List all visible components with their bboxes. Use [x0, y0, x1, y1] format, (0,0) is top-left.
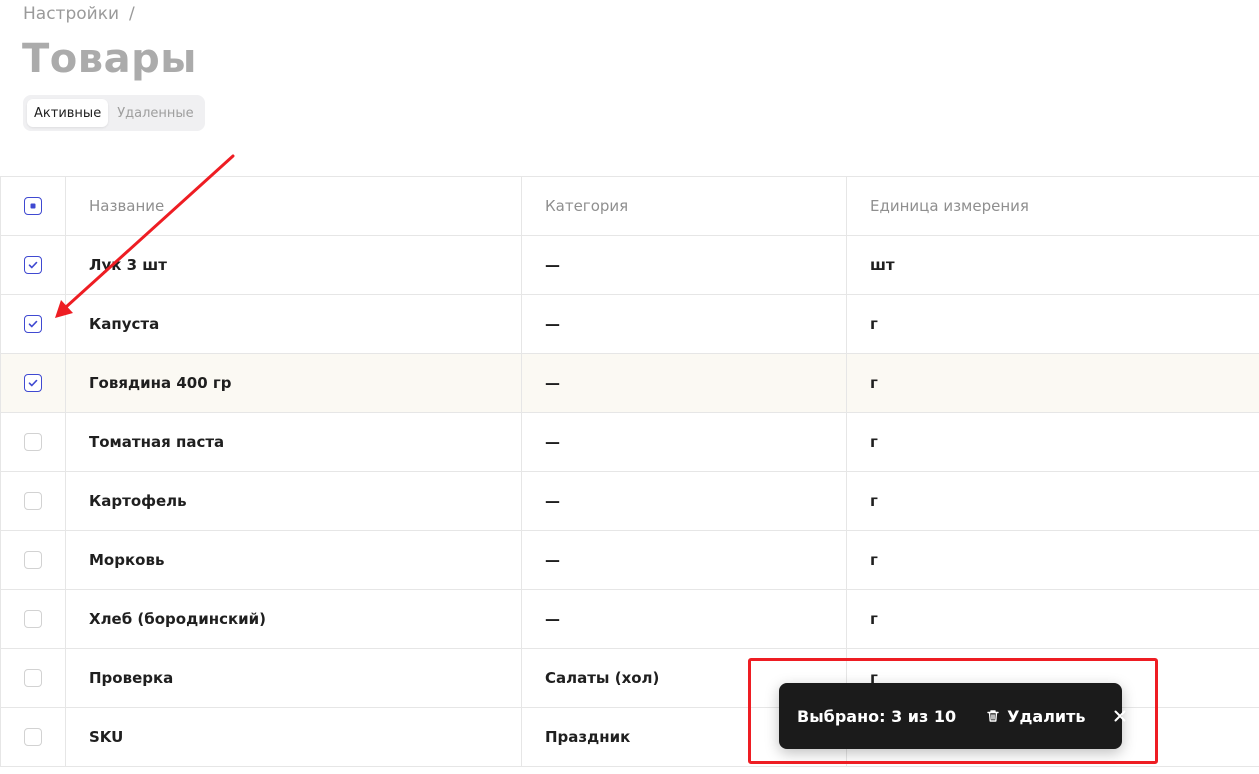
column-header-unit[interactable]: Единица измерения: [846, 176, 1259, 236]
indeterminate-icon: [30, 203, 36, 209]
breadcrumb-settings-link[interactable]: Настройки: [23, 4, 119, 24]
cell-name: Хлеб (бородинский): [65, 589, 522, 649]
cell-unit: г: [846, 530, 1259, 590]
status-tabs: Активные Удаленные: [23, 95, 205, 131]
row-checkbox[interactable]: [24, 374, 42, 393]
cell-category: —: [521, 471, 847, 531]
select-all-cell: [0, 176, 66, 236]
column-header-category[interactable]: Категория: [521, 176, 847, 236]
row-checkbox[interactable]: [24, 610, 42, 629]
row-checkbox[interactable]: [24, 315, 42, 334]
row-select-cell: [0, 530, 66, 590]
column-header-name[interactable]: Название: [65, 176, 522, 236]
trash-icon: [987, 710, 999, 722]
row-select-cell: [0, 294, 66, 354]
row-checkbox[interactable]: [24, 551, 42, 570]
cell-name: Капуста: [65, 294, 522, 354]
row-select-cell: [0, 471, 66, 531]
select-all-checkbox[interactable]: [24, 197, 42, 216]
delete-button-label: Удалить: [1007, 706, 1086, 726]
delete-button[interactable]: Удалить: [986, 706, 1086, 726]
cell-category: —: [521, 412, 847, 472]
row-select-cell: [0, 235, 66, 295]
selection-action-bar: Выбрано: 3 из 10 Удалить: [779, 683, 1126, 749]
table-row[interactable]: Морковь — г: [0, 530, 1259, 590]
cell-name: SKU: [65, 707, 522, 767]
row-select-cell: [0, 353, 66, 413]
cell-name: Картофель: [65, 471, 522, 531]
products-table: Название Категория Единица измерения Лук…: [0, 176, 1259, 767]
cell-category: —: [521, 294, 847, 354]
cell-name: Томатная паста: [65, 412, 522, 472]
table-row[interactable]: Капуста — г: [0, 294, 1259, 354]
row-checkbox[interactable]: [24, 669, 42, 688]
breadcrumb-separator: /: [129, 4, 135, 24]
row-checkbox[interactable]: [24, 728, 42, 747]
cell-unit: г: [846, 294, 1259, 354]
cell-unit: г: [846, 412, 1259, 472]
cell-unit: г: [846, 353, 1259, 413]
row-select-cell: [0, 412, 66, 472]
close-selection-button[interactable]: [1114, 707, 1126, 725]
cell-unit: г: [846, 589, 1259, 649]
breadcrumb: Настройки /: [23, 4, 135, 24]
table-row[interactable]: Лук 3 шт — шт: [0, 235, 1259, 295]
checkmark-icon: [28, 262, 38, 269]
table-row[interactable]: Хлеб (бородинский) — г: [0, 589, 1259, 649]
row-checkbox[interactable]: [24, 492, 42, 511]
row-select-cell: [0, 589, 66, 649]
tab-deleted[interactable]: Удаленные: [110, 99, 200, 127]
cell-name: Говядина 400 гр: [65, 353, 522, 413]
table-header-row: Название Категория Единица измерения: [0, 176, 1259, 236]
cell-unit: шт: [846, 235, 1259, 295]
cell-name: Морковь: [65, 530, 522, 590]
cell-name: Проверка: [65, 648, 522, 708]
cell-category: —: [521, 353, 847, 413]
checkmark-icon: [28, 380, 38, 387]
cell-category: —: [521, 530, 847, 590]
checkmark-icon: [28, 321, 38, 328]
row-checkbox[interactable]: [24, 433, 42, 452]
cell-category: —: [521, 235, 847, 295]
cell-name: Лук 3 шт: [65, 235, 522, 295]
page-title: Товары: [22, 36, 197, 82]
row-checkbox[interactable]: [24, 256, 42, 275]
close-icon: [1114, 710, 1126, 722]
cell-unit: г: [846, 471, 1259, 531]
selection-count: Выбрано: 3 из 10: [797, 706, 957, 726]
row-select-cell: [0, 648, 66, 708]
table-row[interactable]: Томатная паста — г: [0, 412, 1259, 472]
tab-active[interactable]: Активные: [27, 99, 109, 127]
cell-category: —: [521, 589, 847, 649]
table-row[interactable]: Говядина 400 гр — г: [0, 353, 1259, 413]
table-row[interactable]: Картофель — г: [0, 471, 1259, 531]
row-select-cell: [0, 707, 66, 767]
